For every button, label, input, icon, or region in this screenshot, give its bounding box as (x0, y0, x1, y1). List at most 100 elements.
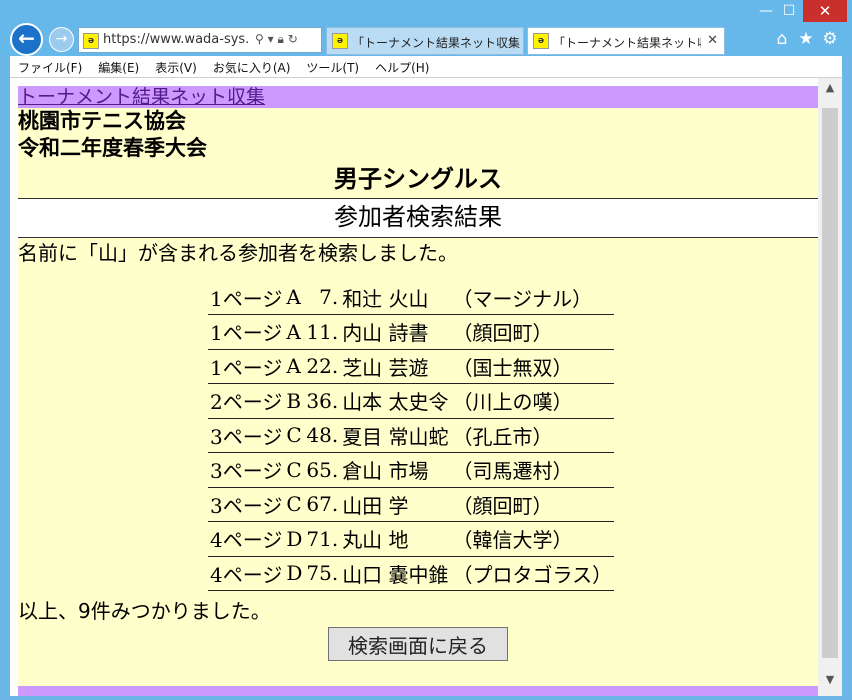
team-cell: （司馬遷村） (450, 452, 615, 488)
number-cell: 11. (304, 314, 341, 350)
site-favicon-icon: ǝ (533, 33, 549, 49)
number-cell: 48. (304, 418, 341, 453)
organization-name: 桃園市テニス協会 (18, 109, 186, 133)
block-cell: A (284, 280, 305, 315)
block-cell: C (284, 487, 305, 522)
address-bar-icons[interactable]: ⚲ ▾ 🔒︎ ↻ (255, 32, 298, 47)
address-url[interactable]: https://www.wada-sys... (103, 32, 249, 47)
section-title: 参加者検索結果 (18, 198, 818, 238)
tournament-name: 令和二年度春季大会 (18, 136, 207, 160)
team-cell: （川上の嘆） (450, 383, 615, 419)
page-cell: 4ページ (208, 556, 285, 591)
team-cell: （プロタゴラス） (450, 556, 615, 591)
number-cell: 22. (304, 349, 341, 384)
home-icon[interactable]: ⌂ (770, 29, 794, 49)
page-cell: 4ページ (208, 521, 285, 557)
team-cell: （顔回町） (450, 487, 615, 522)
tab-label: 「トーナメント結果ネット収集」トー... (352, 36, 520, 50)
minimize-icon[interactable]: — (752, 0, 780, 22)
search-description: 名前に「山」が含まれる参加者を検索しました。 (18, 241, 458, 265)
event-title: 男子シングルス (334, 165, 502, 193)
scroll-down-icon[interactable]: ▼ (818, 670, 842, 690)
scroll-thumb[interactable] (822, 108, 838, 658)
team-cell: （韓信大学） (450, 521, 615, 557)
results-table: 1ページ A 7. 和辻 火山 （マージナル） 1ページ A 11. 内山 詩書 （顔回町） 1… (208, 280, 615, 591)
table-row: 3ページ C 48. 夏目 常山蛇 （孔丘市） (208, 418, 615, 453)
forward-icon[interactable]: → (49, 27, 74, 52)
bottom-strip (18, 686, 818, 696)
address-bar[interactable]: ǝ https://www.wada-sys... ⚲ ▾ 🔒︎ ↻ (78, 27, 322, 53)
block-cell: C (284, 452, 305, 488)
table-row: 3ページ C 67. 山田 学（顔回町） (208, 487, 615, 522)
table-row: 2ページ B 36. 山本 太史令 （川上の嘆） (208, 383, 615, 419)
close-icon[interactable]: ✕ (803, 0, 847, 22)
menu-favorites[interactable]: お気に入り(A) (205, 56, 299, 76)
gear-icon[interactable]: ⚙ (818, 29, 842, 49)
team-cell: （マージナル） (450, 280, 615, 315)
scroll-up-icon[interactable]: ▲ (818, 78, 842, 98)
page-cell: 1ページ (208, 314, 285, 350)
block-cell: D (284, 556, 305, 591)
table-row: 4ページ D 71. 丸山 地（韓信大学） (208, 521, 615, 557)
tab-2-active[interactable]: ǝ 「トーナメント結果ネット収集」... ✕ (527, 27, 725, 55)
menu-view[interactable]: 表示(V) (147, 56, 205, 76)
refresh-icon[interactable]: ↻ (288, 32, 298, 46)
table-row: 4ページ D 75. 山口 嚢中錐 （プロタゴラス） (208, 556, 615, 591)
block-cell: C (284, 418, 305, 453)
toolbar-icons: ⌂ ★ ⚙ (770, 29, 842, 49)
menu-file[interactable]: ファイル(F) (10, 56, 90, 76)
menu-help[interactable]: ヘルプ(H) (367, 56, 437, 76)
dropdown-icon[interactable]: ▾ (268, 32, 274, 46)
name-cell: 夏目 常山蛇 (340, 418, 451, 453)
lock-icon[interactable]: 🔒︎ (277, 32, 283, 46)
page-cell: 3ページ (208, 418, 285, 453)
number-cell: 67. (304, 487, 341, 522)
number-cell: 36. (304, 383, 341, 419)
page-cell: 1ページ (208, 280, 285, 315)
title-bar: — ☐ ✕ ← → ǝ https://www.wada-sys... ⚲ ▾ … (0, 0, 852, 56)
result-summary: 以上、9件みつかりました。 (18, 599, 271, 623)
table-row: 1ページ A 11. 内山 詩書 （顔回町） (208, 314, 615, 350)
top-link-bar: トーナメント結果ネット収集 (18, 86, 818, 108)
back-to-search-button[interactable]: 検索画面に戻る (328, 627, 508, 661)
tab-close-icon[interactable]: ✕ (707, 33, 718, 48)
name-cell: 倉山 市場 (340, 452, 451, 488)
table-row: 1ページ A 7. 和辻 火山 （マージナル） (208, 280, 615, 315)
table-row: 1ページ A 22. 芝山 芸遊 （国士無双） (208, 349, 615, 384)
team-cell: （顔回町） (450, 314, 615, 350)
number-cell: 65. (304, 452, 341, 488)
page-cell: 1ページ (208, 349, 285, 384)
page-cell: 2ページ (208, 383, 285, 419)
name-cell: 山口 嚢中錐 (340, 556, 451, 591)
name-cell: 山田 学 (340, 487, 451, 522)
menu-bar: ファイル(F) 編集(E) 表示(V) お気に入り(A) ツール(T) ヘルプ(H) (10, 56, 842, 78)
block-cell: D (284, 521, 305, 557)
page-cell: 3ページ (208, 452, 285, 488)
favorites-star-icon[interactable]: ★ (794, 29, 818, 49)
page-body: トーナメント結果ネット収集 桃園市テニス協会 令和二年度春季大会 男子シングルス… (18, 86, 818, 688)
tab-1[interactable]: ǝ 「トーナメント結果ネット収集」トー... (326, 27, 524, 55)
search-icon[interactable]: ⚲ (255, 32, 264, 46)
name-cell: 山本 太史令 (340, 383, 451, 419)
number-cell: 71. (304, 521, 341, 557)
site-favicon-icon: ǝ (83, 33, 99, 49)
name-cell: 丸山 地 (340, 521, 451, 557)
page-viewport: トーナメント結果ネット収集 桃園市テニス協会 令和二年度春季大会 男子シングルス… (10, 78, 842, 696)
back-icon[interactable]: ← (10, 23, 43, 56)
table-row: 3ページ C 65. 倉山 市場 （司馬遷村） (208, 452, 615, 488)
name-cell: 芝山 芸遊 (340, 349, 451, 384)
name-cell: 和辻 火山 (340, 280, 451, 315)
page-cell: 3ページ (208, 487, 285, 522)
name-cell: 内山 詩書 (340, 314, 451, 350)
tab-label: 「トーナメント結果ネット収集」... (553, 36, 701, 50)
block-cell: B (284, 383, 305, 419)
vertical-scrollbar[interactable]: ▲ ▼ (818, 78, 842, 696)
team-cell: （国士無双） (450, 349, 615, 384)
number-cell: 75. (304, 556, 341, 591)
maximize-icon[interactable]: ☐ (778, 0, 800, 22)
top-link[interactable]: トーナメント結果ネット収集 (18, 86, 265, 108)
menu-tools[interactable]: ツール(T) (298, 56, 367, 76)
menu-edit[interactable]: 編集(E) (90, 56, 147, 76)
team-cell: （孔丘市） (450, 418, 615, 453)
block-cell: A (284, 314, 305, 350)
